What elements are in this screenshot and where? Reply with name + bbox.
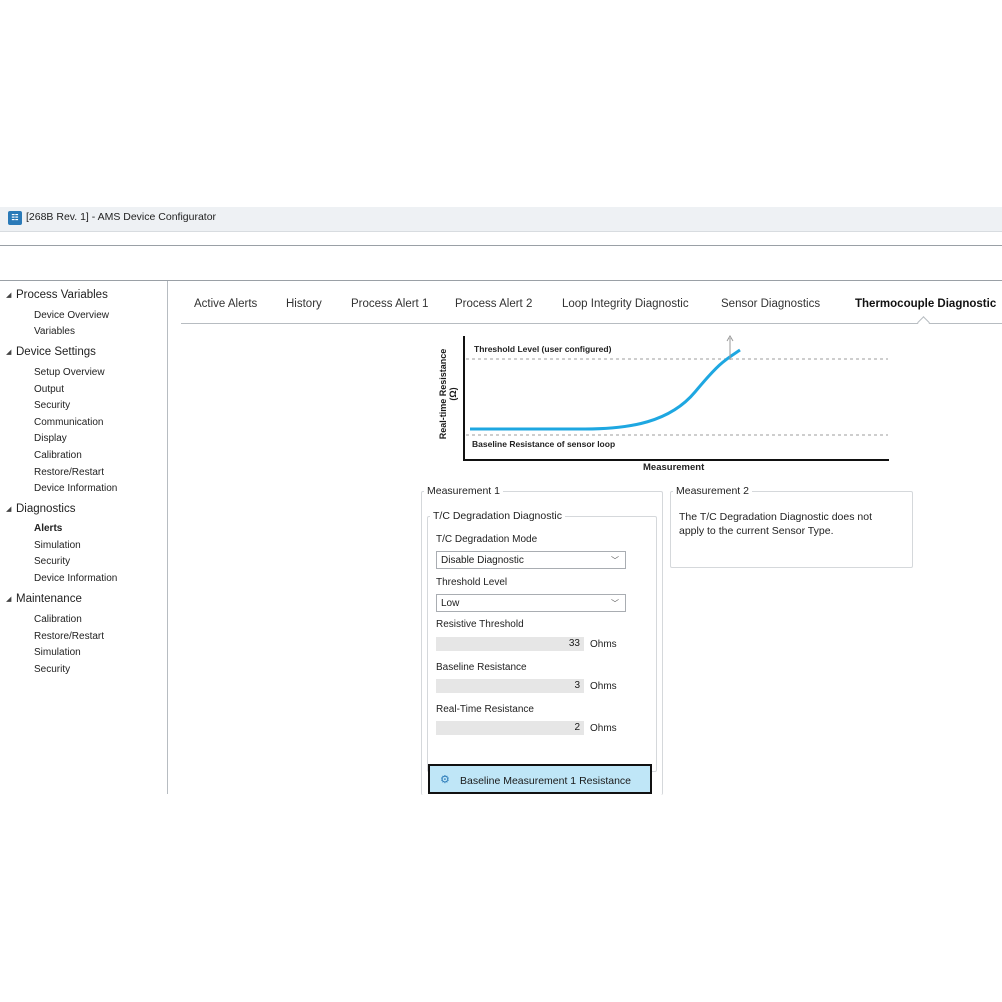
nav-item-device-information[interactable]: Device Information: [34, 483, 117, 494]
baseline-resistance-value: 3: [436, 679, 584, 693]
nav-item-security[interactable]: Security: [34, 400, 70, 411]
nav-item-simulation[interactable]: Simulation: [34, 647, 81, 658]
gear-icon: ⚙: [440, 774, 450, 786]
tab-thermocouple-diagnostic[interactable]: Thermocouple Diagnostic: [855, 298, 996, 310]
nav-group-device-settings[interactable]: ◢ Device Settings: [6, 346, 96, 358]
tc-degradation-mode-label: T/C Degradation Mode: [436, 534, 538, 545]
nav-item-security[interactable]: Security: [34, 556, 70, 567]
nav-item-device-information[interactable]: Device Information: [34, 573, 117, 584]
tab-history[interactable]: History: [286, 298, 322, 310]
nav-group-process-variables[interactable]: ◢ Process Variables: [6, 289, 108, 301]
realtime-resistance-unit: Ohms: [590, 723, 617, 734]
collapse-triangle-icon[interactable]: ◢: [6, 348, 16, 356]
chevron-down-icon[interactable]: ﹀: [611, 552, 619, 570]
chevron-down-icon[interactable]: ﹀: [611, 595, 619, 613]
diagram-y-label: Real-time Resistance (Ω): [438, 348, 458, 440]
threshold-level-label: Threshold Level (user configured): [474, 344, 612, 354]
tab-sensor-diagnostics[interactable]: Sensor Diagnostics: [721, 298, 820, 310]
tc-degradation-mode-select[interactable]: Disable Diagnostic ﹀: [436, 551, 626, 569]
baseline-resistance-field-label: Baseline Resistance: [436, 662, 527, 673]
nav-item-output[interactable]: Output: [34, 384, 64, 395]
baseline-measurement-1-button[interactable]: ⚙ Baseline Measurement 1 Resistance: [428, 764, 652, 794]
window-title: [268B Rev. 1] - AMS Device Configurator: [26, 211, 217, 223]
nav-item-alerts[interactable]: Alerts: [34, 523, 62, 534]
diagram-x-label: Measurement: [643, 462, 705, 473]
collapse-triangle-icon[interactable]: ◢: [6, 291, 16, 299]
navigation-sidebar: ◢ Process Variables Device Overview Varia…: [0, 281, 168, 794]
resistive-threshold-value: 33: [436, 637, 584, 651]
nav-item-variables[interactable]: Variables: [34, 326, 75, 337]
resistive-threshold-unit: Ohms: [590, 639, 617, 650]
nav-item-display[interactable]: Display: [34, 433, 67, 444]
nav-item-communication[interactable]: Communication: [34, 417, 103, 428]
nav-item-restore-restart[interactable]: Restore/Restart: [34, 467, 104, 478]
measurement-1-title: Measurement 1: [424, 485, 503, 497]
realtime-resistance-value: 2: [436, 721, 584, 735]
diagram-y-label-wrap: Real-time Resistance (Ω): [436, 340, 460, 450]
measurement-2-title: Measurement 2: [673, 485, 752, 497]
ams-app-icon: ☷: [8, 211, 22, 225]
baseline-resistance-unit: Ohms: [590, 681, 617, 692]
collapse-triangle-icon[interactable]: ◢: [6, 595, 16, 603]
nav-group-maintenance[interactable]: ◢ Maintenance: [6, 593, 82, 605]
tab-process-alert-1[interactable]: Process Alert 1: [351, 298, 428, 310]
threshold-level-select[interactable]: Low ﹀: [436, 594, 626, 612]
toolbar-divider: [0, 245, 1002, 246]
tc-degradation-section-title: T/C Degradation Diagnostic: [430, 510, 565, 522]
nav-item-device-overview[interactable]: Device Overview: [34, 310, 109, 321]
tab-loop-integrity-diagnostic[interactable]: Loop Integrity Diagnostic: [562, 298, 689, 310]
measurement-2-message: The T/C Degradation Diagnostic does not …: [679, 511, 872, 537]
resistive-threshold-label: Resistive Threshold: [436, 619, 524, 630]
nav-item-setup-overview[interactable]: Setup Overview: [34, 367, 105, 378]
nav-group-diagnostics[interactable]: ◢ Diagnostics: [6, 503, 75, 515]
title-bar: ☷ [268B Rev. 1] - AMS Device Configurato…: [0, 207, 1002, 232]
nav-item-calibration[interactable]: Calibration: [34, 450, 82, 461]
threshold-level-field-label: Threshold Level: [436, 577, 508, 588]
nav-item-simulation[interactable]: Simulation: [34, 540, 81, 551]
collapse-triangle-icon[interactable]: ◢: [6, 505, 16, 513]
baseline-resistance-label: Baseline Resistance of sensor loop: [472, 439, 616, 449]
nav-item-restore-restart[interactable]: Restore/Restart: [34, 631, 104, 642]
resistance-curve: [470, 348, 741, 431]
tab-active-alerts[interactable]: Active Alerts: [194, 298, 257, 310]
nav-item-calibration[interactable]: Calibration: [34, 614, 82, 625]
nav-item-security[interactable]: Security: [34, 664, 70, 675]
active-tab-caret: [917, 316, 930, 329]
tab-process-alert-2[interactable]: Process Alert 2: [455, 298, 532, 310]
realtime-resistance-label: Real-Time Resistance: [436, 704, 534, 715]
tab-strip-underline: [181, 323, 1002, 324]
